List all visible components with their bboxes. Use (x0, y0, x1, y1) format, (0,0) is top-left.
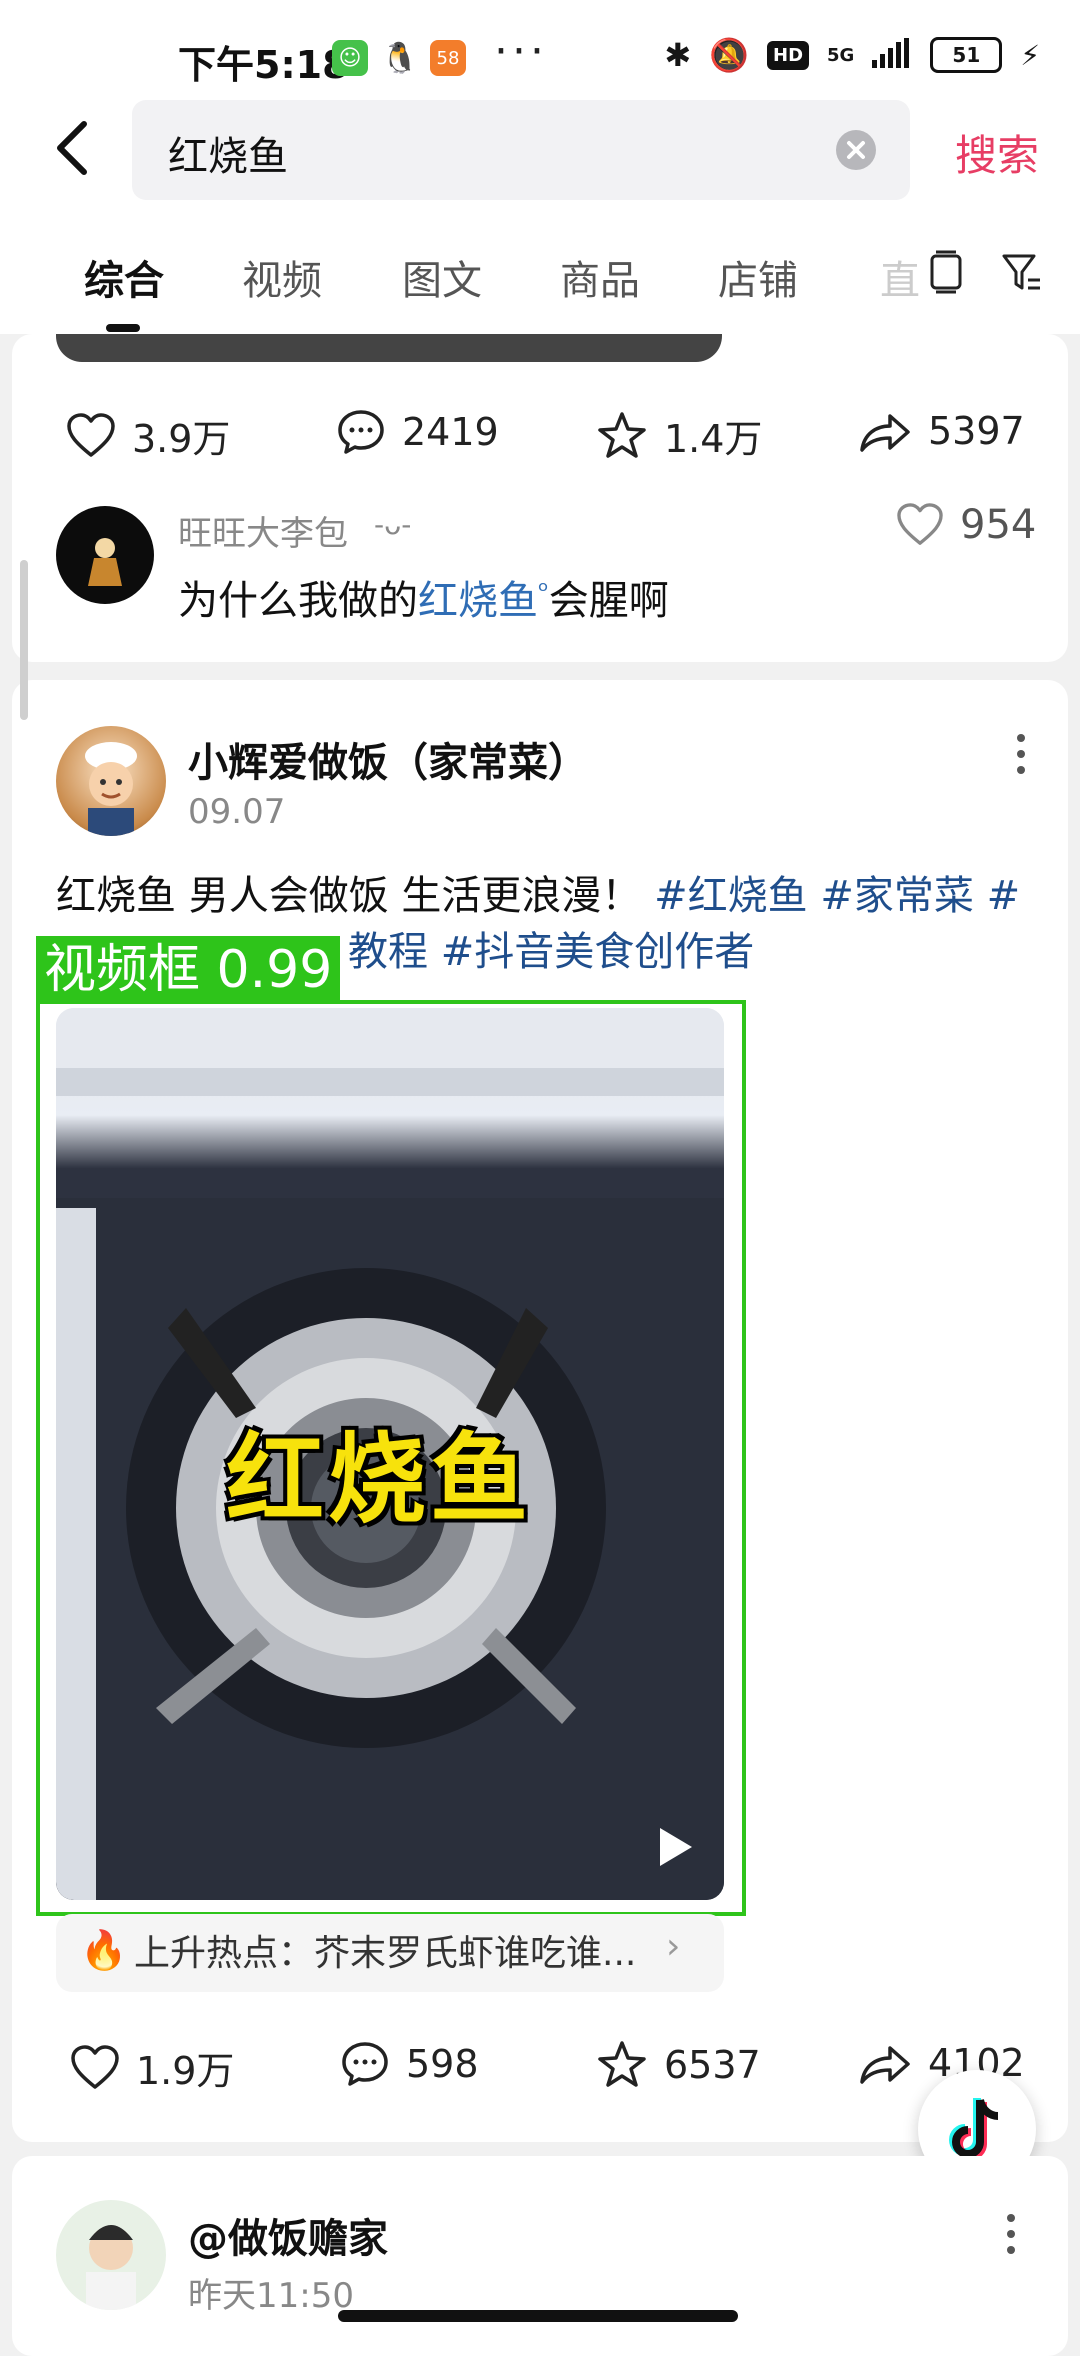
post1-favorite-button[interactable]: 1.4万 (596, 408, 762, 463)
comment-icon (342, 2042, 388, 2086)
top-comment-text: 为什么我做的红烧鱼ᵒ会腥啊 (178, 568, 669, 626)
post2-more-button[interactable] (996, 730, 1047, 778)
status-time: 下午5:18 (178, 43, 349, 87)
filter-icon[interactable] (1000, 250, 1044, 298)
comment-like-button[interactable]: 954 (896, 502, 1036, 548)
comment-like-count: 954 (960, 502, 1037, 548)
tab-shops[interactable]: 店铺 (718, 248, 798, 306)
post2-hashtags-line2[interactable]: 教程 #抖音美食创作者 (348, 929, 754, 975)
post2-caption-line1: 红烧鱼 男人会做饭 生活更浪漫！ #红烧鱼 #家常菜 # (56, 868, 1046, 924)
hd-icon: HD (767, 40, 810, 70)
post1-share-count: 5397 (928, 409, 1025, 453)
more-vertical-icon (1007, 2214, 1015, 2254)
battery-level: 51 (952, 43, 981, 67)
post3-date: 昨天11:50 (188, 2276, 354, 2316)
post3-author-avatar[interactable] (56, 2200, 166, 2310)
post1-share-button[interactable]: 5397 (858, 408, 1025, 454)
post-card-3 (12, 2156, 1068, 2356)
hot-topic-text: 上升热点：芥末罗氏虾谁吃谁... (134, 1933, 637, 1974)
status-right-icons: ✱ 🔕 HD 5G 51 ⚡ (664, 36, 1040, 74)
heart-icon (67, 412, 115, 457)
star-icon (598, 2041, 646, 2087)
chevron-left-icon (57, 121, 87, 175)
tab-active-indicator (106, 324, 140, 332)
post1-comment-button[interactable]: 2419 (336, 408, 499, 456)
post2-author-name[interactable]: 小辉爱做饭（家常菜） (188, 730, 588, 788)
qq-penguin-icon: 🐧 (381, 40, 419, 76)
post3-author-name[interactable]: @做饭赡家 (188, 2206, 388, 2264)
comment-icon (338, 410, 384, 454)
search-button[interactable]: 搜索 (955, 122, 1039, 183)
comment-text-end: 会腥啊 (548, 578, 669, 624)
commenter-avatar[interactable] (56, 506, 154, 604)
home-indicator[interactable] (338, 2310, 738, 2322)
post2-caption-text: 红烧鱼 男人会做饭 生活更浪漫！ (56, 873, 642, 919)
post2-like-button[interactable]: 1.9万 (70, 2040, 234, 2095)
tab-image-text[interactable]: 图文 (402, 248, 482, 306)
share-icon (860, 2046, 910, 2084)
comment-text-start: 为什么我做的 (178, 578, 418, 624)
back-button[interactable] (48, 118, 100, 178)
post2-hashtags-line1[interactable]: #红烧鱼 #家常菜 # (641, 873, 1020, 919)
mute-bell-icon: 🔕 (709, 36, 749, 74)
commenter-emote: -ᴗ- (374, 508, 412, 541)
tab-video[interactable]: 视频 (242, 248, 322, 306)
tab-overflow[interactable]: 直 (880, 248, 920, 306)
clear-icon[interactable] (836, 130, 876, 170)
heart-icon (897, 503, 943, 545)
post2-favorite-button[interactable]: 6537 (596, 2040, 761, 2090)
charging-icon: ⚡ (1020, 38, 1040, 72)
post1-like-count: 3.9万 (132, 417, 231, 461)
signal-icon (872, 38, 912, 72)
post1-like-button[interactable]: 3.9万 (66, 408, 230, 463)
more-notifications-icon: ··· (494, 26, 548, 77)
layout-toggle-icon[interactable] (926, 250, 966, 298)
post2-comment-button[interactable]: 598 (340, 2040, 479, 2088)
comment-keyword-link[interactable]: 红烧鱼 (418, 578, 538, 624)
post2-date: 09.07 (188, 792, 286, 832)
post2-like-count: 1.9万 (136, 2049, 235, 2093)
fire-icon: 🔥 (80, 1928, 128, 1972)
post1-favorite-count: 1.4万 (664, 417, 763, 461)
wechat-icon: ☺ (332, 40, 368, 76)
chevron-right-icon: › (666, 1926, 681, 1967)
commenter-name[interactable]: 旺旺大李包 (178, 506, 348, 555)
post2-comment-count: 598 (406, 2042, 479, 2086)
post3-more-button[interactable] (1002, 2210, 1020, 2262)
bluetooth-icon: ✱ (664, 36, 692, 74)
search-query: 红烧鱼 (168, 134, 288, 180)
share-icon (860, 414, 910, 452)
search-small-icon: ᵒ (538, 576, 549, 607)
post1-media-bottom (56, 334, 722, 362)
post2-caption-line2: 教程 #抖音美食创作者 (348, 924, 754, 980)
58-app-icon: 58 (430, 40, 466, 76)
detection-box (36, 1000, 746, 1916)
tab-products[interactable]: 商品 (560, 248, 640, 306)
tab-all[interactable]: 综合 (84, 248, 164, 306)
network-label: 5G (827, 44, 855, 66)
scroll-indicator[interactable] (20, 560, 28, 720)
battery-icon: 51 (930, 37, 1003, 73)
star-icon (598, 411, 646, 458)
post1-comment-count: 2419 (402, 410, 499, 454)
author-avatar[interactable] (56, 726, 166, 836)
more-vertical-icon (1017, 734, 1025, 774)
post2-favorite-count: 6537 (664, 2043, 761, 2087)
detection-label: 视频框 0.99 (36, 936, 341, 1004)
heart-icon (71, 2044, 119, 2089)
